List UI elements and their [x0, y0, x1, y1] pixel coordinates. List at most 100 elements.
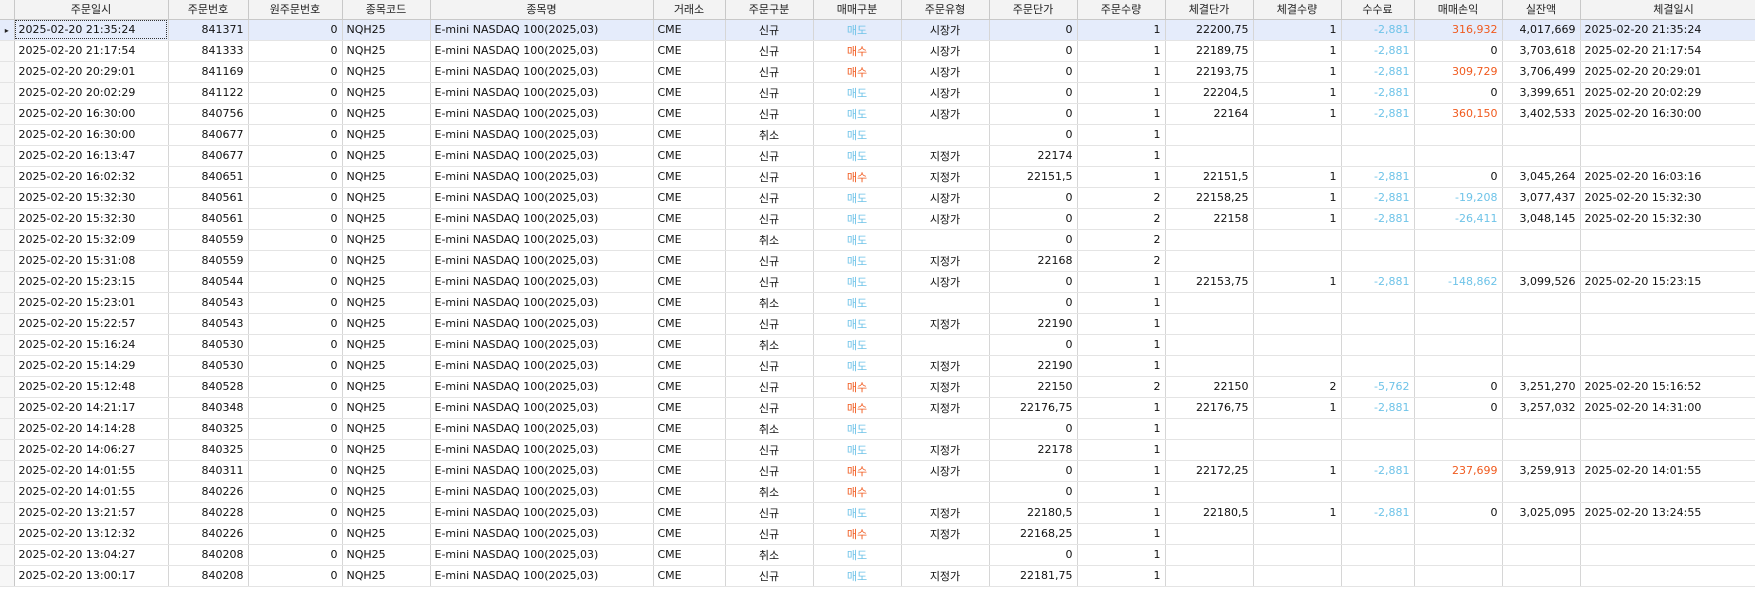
table-row[interactable]: 2025-02-20 16:13:47 840677 0 NQH25 E-mini NA… [0, 145, 1755, 167]
header-row: 주문일시 주문번호 원주문번호 종목코드 종목명 거래소 주문구분 매매구분 주문유형 주문단가 주… [0, 0, 1755, 20]
row-indicator[interactable] [0, 61, 15, 83]
row-indicator[interactable] [0, 187, 15, 209]
table-row[interactable]: 2025-02-20 13:12:32 840226 0 NQH25 E-mini NA… [0, 523, 1755, 545]
row-indicator[interactable] [0, 355, 15, 377]
cell-col-13 [1341, 481, 1415, 503]
cell-col-9: 22190 [989, 355, 1078, 377]
row-indicator[interactable] [0, 565, 15, 587]
table-row[interactable]: 2025-02-20 13:21:57 840228 0 NQH25 E-mini NA… [0, 502, 1755, 524]
table-row[interactable]: 2025-02-20 20:29:01 841169 0 NQH25 E-mini NA… [0, 61, 1755, 83]
row-indicator[interactable] [0, 313, 15, 335]
row-indicator[interactable] [0, 229, 15, 251]
cell-col-6: 신규 [725, 40, 814, 62]
row-indicator[interactable] [0, 250, 15, 272]
row-indicator[interactable] [0, 292, 15, 314]
table-row[interactable]: 2025-02-20 15:22:57 840543 0 NQH25 E-mini NA… [0, 313, 1755, 335]
row-indicator[interactable] [0, 460, 15, 482]
row-indicator[interactable] [0, 376, 15, 398]
column-header-1[interactable]: 주문번호 [168, 0, 249, 20]
cell-col-4: E-mini NASDAQ 100(2025,03) [430, 166, 654, 188]
cell-col-1: 841169 [168, 61, 249, 83]
cell-col-0: 2025-02-20 14:14:28 [14, 418, 169, 440]
column-header-15[interactable]: 실잔액 [1502, 0, 1581, 20]
row-indicator[interactable] [0, 166, 15, 188]
cell-col-10: 2 [1077, 376, 1166, 398]
table-row[interactable]: 2025-02-20 15:32:30 840561 0 NQH25 E-mini NA… [0, 208, 1755, 230]
table-row[interactable]: 2025-02-20 13:04:27 840208 0 NQH25 E-mini NA… [0, 544, 1755, 566]
cell-col-3: NQH25 [342, 502, 431, 524]
table-row[interactable]: 2025-02-20 15:14:29 840530 0 NQH25 E-mini NA… [0, 355, 1755, 377]
column-header-5[interactable]: 거래소 [653, 0, 726, 20]
row-indicator[interactable] [0, 40, 15, 62]
row-indicator[interactable] [0, 145, 15, 167]
table-row[interactable]: 2025-02-20 14:06:27 840325 0 NQH25 E-mini NA… [0, 439, 1755, 461]
table-row[interactable]: 2025-02-20 21:17:54 841333 0 NQH25 E-mini NA… [0, 40, 1755, 62]
table-row[interactable]: 2025-02-20 15:32:30 840561 0 NQH25 E-mini NA… [0, 187, 1755, 209]
table-row[interactable]: 2025-02-20 14:21:17 840348 0 NQH25 E-mini NA… [0, 397, 1755, 419]
row-indicator[interactable] [0, 418, 15, 440]
row-indicator[interactable] [0, 439, 15, 461]
column-header-10[interactable]: 주문수량 [1077, 0, 1166, 20]
cell-col-5: CME [653, 82, 726, 104]
column-header-4[interactable]: 종목명 [430, 0, 654, 20]
table-row[interactable]: 2025-02-20 15:12:48 840528 0 NQH25 E-mini NA… [0, 376, 1755, 398]
column-header-16[interactable]: 체결일시 [1580, 0, 1755, 20]
column-header-11[interactable]: 체결단가 [1165, 0, 1254, 20]
row-indicator[interactable] [0, 208, 15, 230]
table-row[interactable]: 2025-02-20 16:30:00 840677 0 NQH25 E-mini NA… [0, 124, 1755, 146]
row-indicator[interactable] [0, 334, 15, 356]
table-row[interactable]: 2025-02-20 15:31:08 840559 0 NQH25 E-mini NA… [0, 250, 1755, 272]
table-row[interactable]: 2025-02-20 16:02:32 840651 0 NQH25 E-mini NA… [0, 166, 1755, 188]
column-header-2[interactable]: 원주문번호 [248, 0, 343, 20]
table-row[interactable]: 2025-02-20 14:01:55 840311 0 NQH25 E-mini NA… [0, 460, 1755, 482]
column-header-7[interactable]: 매매구분 [813, 0, 902, 20]
cell-col-11 [1165, 523, 1254, 545]
row-indicator[interactable] [0, 481, 15, 503]
row-indicator[interactable] [0, 103, 15, 125]
column-header-3[interactable]: 종목코드 [342, 0, 431, 20]
cell-col-1: 840311 [168, 460, 249, 482]
table-row[interactable]: 2025-02-20 13:00:17 840208 0 NQH25 E-mini NA… [0, 565, 1755, 587]
column-header-14[interactable]: 매매손익 [1414, 0, 1503, 20]
table-row[interactable]: 2025-02-20 15:23:01 840543 0 NQH25 E-mini NA… [0, 292, 1755, 314]
column-header-9[interactable]: 주문단가 [989, 0, 1078, 20]
cell-col-9: 0 [989, 271, 1078, 293]
cell-col-15 [1502, 229, 1581, 251]
column-header-8[interactable]: 주문유형 [901, 0, 990, 20]
row-indicator[interactable] [0, 397, 15, 419]
cell-col-10: 1 [1077, 502, 1166, 524]
cell-col-5: CME [653, 460, 726, 482]
cell-col-16: 2025-02-20 20:02:29 [1580, 82, 1755, 104]
cell-col-3: NQH25 [342, 481, 431, 503]
row-indicator[interactable] [0, 502, 15, 524]
row-indicator[interactable] [0, 82, 15, 104]
table-row[interactable]: 2025-02-20 15:32:09 840559 0 NQH25 E-mini NA… [0, 229, 1755, 251]
cell-col-11: 22200,75 [1165, 19, 1254, 41]
table-row[interactable]: ▸ 2025-02-20 21:35:24 841371 0 NQH25 E-mini N… [0, 19, 1755, 41]
row-indicator[interactable] [0, 523, 15, 545]
cell-col-10: 1 [1077, 523, 1166, 545]
column-header-6[interactable]: 주문구분 [725, 0, 814, 20]
cell-col-4: E-mini NASDAQ 100(2025,03) [430, 418, 654, 440]
column-header-13[interactable]: 수수료 [1341, 0, 1415, 20]
cell-col-8 [901, 292, 990, 314]
cell-col-5: CME [653, 502, 726, 524]
column-header-0[interactable]: 주문일시 [14, 0, 169, 20]
cell-col-11 [1165, 334, 1254, 356]
column-header-12[interactable]: 체결수량 [1253, 0, 1342, 20]
row-indicator[interactable] [0, 271, 15, 293]
row-indicator[interactable] [0, 124, 15, 146]
table-row[interactable]: 2025-02-20 16:30:00 840756 0 NQH25 E-mini NA… [0, 103, 1755, 125]
table-row[interactable]: 2025-02-20 14:01:55 840226 0 NQH25 E-mini NA… [0, 481, 1755, 503]
table-row[interactable]: 2025-02-20 14:14:28 840325 0 NQH25 E-mini NA… [0, 418, 1755, 440]
table-row[interactable]: 2025-02-20 15:16:24 840530 0 NQH25 E-mini NA… [0, 334, 1755, 356]
table-row[interactable]: 2025-02-20 15:23:15 840544 0 NQH25 E-mini NA… [0, 271, 1755, 293]
cell-col-3: NQH25 [342, 439, 431, 461]
table-row[interactable]: 2025-02-20 20:02:29 841122 0 NQH25 E-mini NA… [0, 82, 1755, 104]
cell-col-9: 22178 [989, 439, 1078, 461]
row-indicator[interactable]: ▸ [0, 19, 15, 41]
row-indicator[interactable] [0, 544, 15, 566]
cell-col-7: 매도 [813, 439, 902, 461]
cell-col-12: 1 [1253, 82, 1342, 104]
cell-col-13: -2,881 [1341, 40, 1415, 62]
